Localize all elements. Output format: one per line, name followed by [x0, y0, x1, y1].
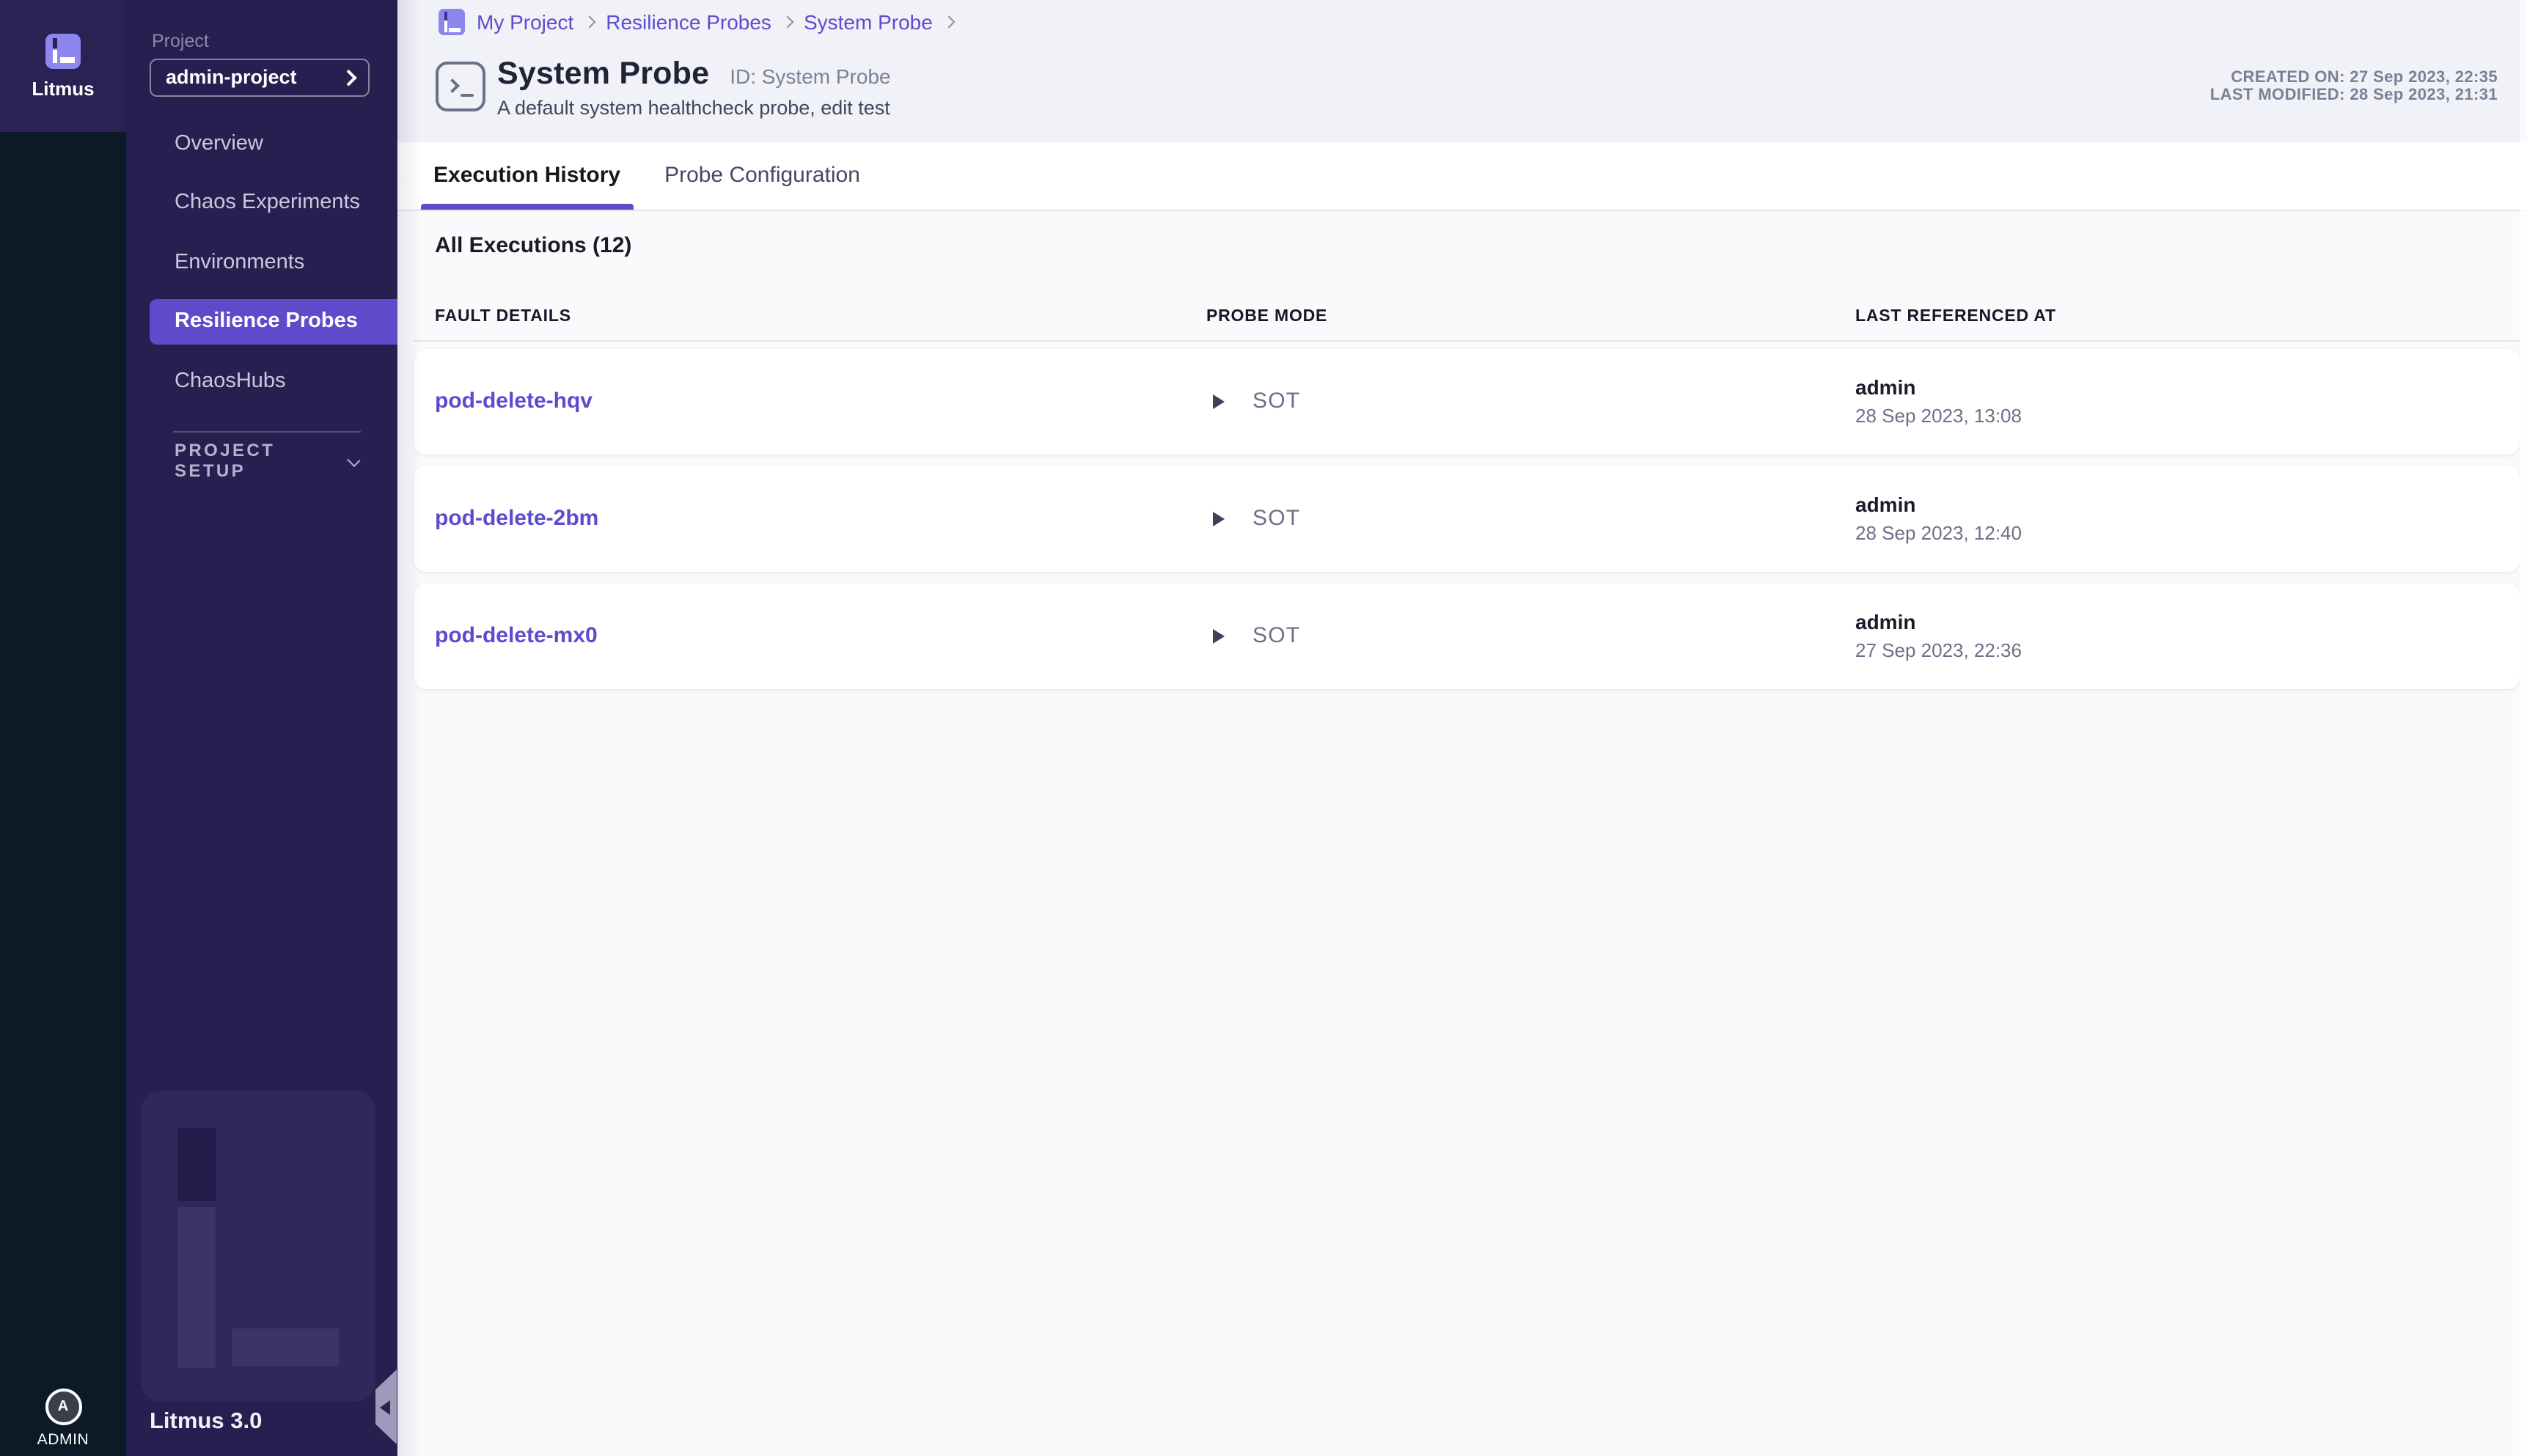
main-area: My Project Resilience Probes System Prob…: [397, 0, 2527, 1456]
project-selector[interactable]: admin-project: [150, 58, 370, 96]
sidebar: Project admin-project Overview Chaos Exp…: [126, 0, 397, 1456]
user-role-label: ADMIN: [37, 1431, 89, 1449]
breadcrumb-my-project[interactable]: My Project: [477, 10, 573, 34]
referenced-at-time: 27 Sep 2023, 22:36: [1855, 641, 2519, 660]
breadcrumb-resilience-probes[interactable]: Resilience Probes: [606, 10, 771, 34]
sidebar-item-resilience-probes[interactable]: Resilience Probes: [150, 299, 397, 344]
referenced-by-user: admin: [1855, 494, 2519, 515]
fault-link[interactable]: pod-delete-hqv: [435, 388, 593, 413]
play-expand-icon[interactable]: [1213, 511, 1225, 526]
litmus-logo-icon: [45, 33, 81, 68]
play-expand-icon[interactable]: [1213, 394, 1225, 408]
project-setup-section[interactable]: PROJECT SETUP: [175, 449, 359, 472]
logo-dot: [52, 37, 57, 48]
sidebar-item-chaos-experiments[interactable]: Chaos Experiments: [150, 180, 397, 225]
sidebar-item-environments[interactable]: Environments: [150, 240, 397, 284]
column-last-referenced-at: LAST REFERENCED AT: [1855, 308, 2519, 326]
executions-count-title: All Executions (12): [435, 232, 2519, 257]
watermark-foot: [232, 1328, 339, 1367]
table-header: FAULT DETAILS PROBE MODE LAST REFERENCED…: [413, 301, 2519, 332]
sidebar-divider: [173, 431, 361, 433]
breadcrumb-separator-icon: [584, 16, 596, 29]
breadcrumb-separator-icon: [781, 16, 793, 29]
tab-probe-configuration[interactable]: Probe Configuration: [651, 142, 873, 209]
project-selector-value: admin-project: [166, 66, 342, 88]
probe-mode-value: SOT: [1253, 623, 1300, 648]
litmus-mini-logo-icon: [439, 9, 465, 35]
user-block[interactable]: A ADMIN: [0, 1389, 126, 1449]
collapse-left-triangle-icon: [380, 1400, 390, 1414]
brand-name: Litmus: [32, 77, 94, 99]
logo-foot: [59, 57, 74, 63]
table-header-divider: [413, 339, 2519, 341]
header-meta: CREATED ON: 27 Sep 2023, 22:35 LAST MODI…: [2210, 68, 2498, 105]
app-shell: Litmus A ADMIN Project admin-project Ove…: [0, 0, 2527, 1456]
fault-link[interactable]: pod-delete-2bm: [435, 505, 598, 530]
fault-link[interactable]: pod-delete-mx0: [435, 622, 598, 647]
referenced-by-user: admin: [1855, 377, 2519, 397]
created-on-label: CREATED ON: 27 Sep 2023, 22:35: [2210, 68, 2498, 87]
title-line: System Probe ID: System Probe: [497, 56, 891, 92]
referenced-at-time: 28 Sep 2023, 13:08: [1855, 406, 2519, 425]
terminal-icon: [435, 62, 485, 111]
play-expand-icon[interactable]: [1213, 628, 1225, 643]
sidebar-item-overview[interactable]: Overview: [150, 121, 397, 166]
last-modified-label: LAST MODIFIED: 28 Sep 2023, 21:31: [2210, 87, 2498, 105]
litmus-watermark-logo: [140, 1090, 375, 1402]
probe-mode-value: SOT: [1253, 389, 1300, 413]
avatar[interactable]: A: [45, 1389, 81, 1425]
probe-description: A default system healthcheck probe, edit…: [497, 97, 890, 119]
brand-block: Litmus: [0, 0, 126, 132]
probe-id-label: ID: System Probe: [730, 65, 890, 88]
column-probe-mode: PROBE MODE: [1206, 308, 1855, 326]
watermark-dot: [177, 1127, 215, 1200]
breadcrumb: My Project Resilience Probes System Prob…: [439, 9, 953, 35]
tab-execution-history[interactable]: Execution History: [420, 142, 634, 209]
project-setup-label: PROJECT SETUP: [175, 440, 349, 481]
collapse-sidebar-handle[interactable]: [375, 1369, 397, 1444]
table-row: pod-delete-mx0 SOT admin 27 Sep 2023, 22…: [413, 583, 2519, 688]
page: Litmus A ADMIN Project admin-project Ove…: [0, 0, 2527, 1456]
app-version: Litmus 3.0: [150, 1409, 262, 1435]
probe-mode-value: SOT: [1253, 506, 1300, 531]
sidebar-nav: Overview Chaos Experiments Environments …: [126, 121, 397, 418]
left-rail: Litmus A ADMIN: [0, 0, 126, 1456]
page-header: My Project Resilience Probes System Prob…: [397, 0, 2527, 142]
column-fault-details: FAULT DETAILS: [435, 308, 1206, 326]
referenced-by-user: admin: [1855, 611, 2519, 632]
tab-bar: Execution History Probe Configuration: [397, 142, 2527, 210]
logo-stem: [52, 49, 57, 63]
watermark-stem: [177, 1207, 215, 1368]
table-row: pod-delete-2bm SOT admin 28 Sep 2023, 12…: [413, 466, 2519, 571]
page-title: System Probe: [497, 56, 709, 92]
breadcrumb-system-probe[interactable]: System Probe: [804, 10, 933, 34]
table-row: pod-delete-hqv SOT admin 28 Sep 2023, 13…: [413, 348, 2519, 454]
breadcrumb-separator-icon: [942, 16, 955, 29]
executions-content: All Executions (12) FAULT DETAILS PROBE …: [397, 210, 2527, 688]
sidebar-item-chaoshubs[interactable]: ChaosHubs: [150, 359, 397, 403]
project-label: Project: [152, 31, 209, 51]
chevron-right-icon: [340, 69, 356, 84]
referenced-at-time: 28 Sep 2023, 12:40: [1855, 523, 2519, 543]
